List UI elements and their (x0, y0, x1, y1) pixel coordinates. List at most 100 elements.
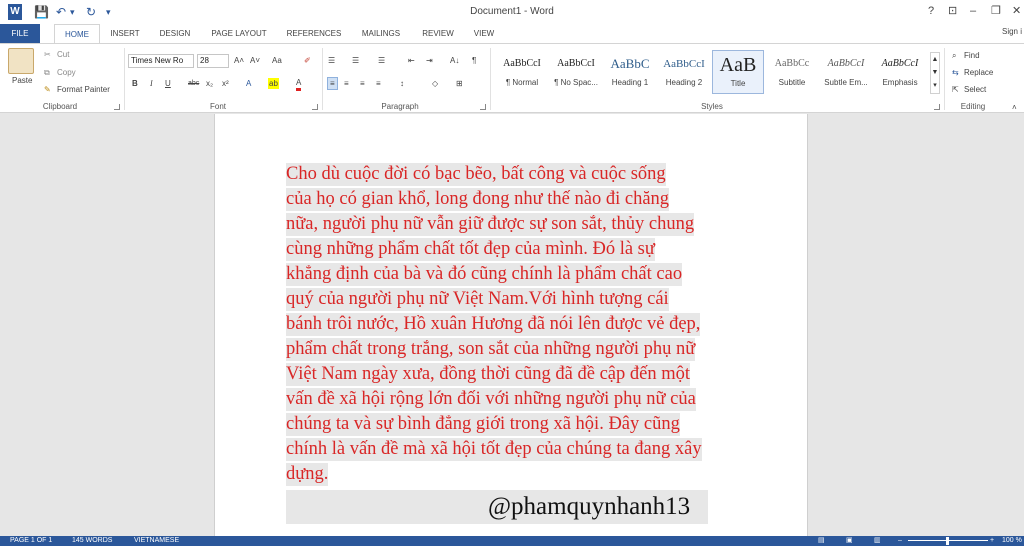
tab-file[interactable]: FILE (0, 24, 40, 43)
italic-button[interactable]: I (150, 78, 153, 89)
align-left-icon[interactable]: ≡ (327, 77, 338, 90)
document-line[interactable]: của họ có gian khổ, long đong như thế nà… (286, 188, 670, 211)
zoom-in-button[interactable]: + (990, 536, 994, 546)
document-line[interactable]: khẳng định của bà và đó cũng chính là ph… (286, 263, 683, 286)
change-case-button[interactable]: Aa (272, 55, 282, 66)
clipboard-launcher-icon[interactable] (114, 104, 120, 110)
format-painter-button[interactable]: Format Painter (57, 84, 110, 95)
page-count[interactable]: PAGE 1 OF 1 (10, 536, 52, 546)
font-name-dropdown[interactable]: Times New Ro (128, 54, 194, 68)
highlight-color-button[interactable]: ab (268, 78, 279, 89)
ribbon-display-options-icon[interactable]: ⊡ (948, 4, 957, 18)
justify-icon[interactable]: ≡ (376, 78, 381, 89)
document-line[interactable]: bánh trôi nước, Hồ xuân Hương đã nói lên… (286, 313, 701, 336)
tab-home[interactable]: HOME (54, 24, 100, 43)
paste-button[interactable]: Paste (12, 75, 32, 86)
document-line[interactable]: quý của người phụ nữ Việt Nam.Với hình t… (286, 288, 669, 311)
document-line[interactable]: vấn đề xã hội rộng lớn đối với những ngư… (286, 388, 696, 411)
style-heading-1[interactable]: AaBbC Heading 1 (604, 50, 656, 94)
title-bar: W 💾 ↶ ▾ ↻ ▾ Document1 - Word ? ⊡ – ❐ ✕ (0, 0, 1024, 24)
tab-view[interactable]: VIEW (468, 24, 500, 43)
styles-scroll-icon[interactable]: ▲ ▼ ▾ (930, 52, 940, 94)
print-layout-icon[interactable]: ▣ (846, 536, 853, 546)
center-icon[interactable]: ≡ (344, 78, 349, 89)
document-line[interactable]: chúng ta và sự bình đẳng giới trong xã h… (286, 413, 680, 436)
sign-in-link[interactable]: Sign i (1002, 27, 1022, 36)
show-formatting-marks-icon[interactable]: ¶ (472, 55, 476, 66)
paste-icon[interactable] (8, 48, 34, 74)
document-line[interactable]: cùng những phẩm chất tốt đẹp của mình. Đ… (286, 238, 655, 261)
zoom-level[interactable]: 100 % (1002, 536, 1022, 546)
minimize-button[interactable]: – (970, 4, 976, 18)
styles-group-label: Styles (701, 102, 723, 111)
font-launcher-icon[interactable] (312, 104, 318, 110)
style-heading-2[interactable]: AaBbCcI Heading 2 (658, 50, 710, 94)
style-label: Heading 2 (665, 78, 703, 87)
shading-icon[interactable]: ◇ (432, 78, 438, 89)
help-icon[interactable]: ? (928, 4, 934, 18)
style-label: Subtle Em... (824, 78, 868, 87)
zoom-slider-thumb[interactable] (946, 537, 949, 545)
style-subtle-emphasis[interactable]: AaBbCcI Subtle Em... (820, 50, 872, 94)
find-icon[interactable]: ⌕ (952, 50, 956, 61)
restore-button[interactable]: ❐ (991, 4, 1001, 18)
style-normal[interactable]: AaBbCcI ¶ Normal (496, 50, 548, 94)
format-painter-icon[interactable]: ✎ (44, 84, 51, 95)
zoom-out-button[interactable]: – (898, 536, 902, 546)
find-button[interactable]: Find (964, 50, 980, 61)
style-subtitle[interactable]: AaBbCc Subtitle (766, 50, 818, 94)
line-spacing-icon[interactable]: ↕ (400, 78, 404, 89)
tab-design[interactable]: DESIGN (154, 24, 196, 43)
style-emphasis[interactable]: AaBbCcI Emphasis (874, 50, 926, 94)
document-line[interactable]: phẩm chất trong trắng, son sắt của những… (286, 338, 696, 361)
tab-mailings[interactable]: MAILINGS (356, 24, 406, 43)
select-icon[interactable]: ⇱ (952, 84, 959, 95)
document-line[interactable]: nữa, người phụ nữ vẫn giữ được sự son sắ… (286, 213, 695, 236)
cut-icon[interactable]: ✂ (44, 49, 51, 60)
tab-page-layout[interactable]: PAGE LAYOUT (206, 24, 272, 43)
document-line[interactable]: Việt Nam ngày xưa, đồng thời cũng đã đề … (286, 363, 691, 386)
align-right-icon[interactable]: ≡ (360, 78, 365, 89)
style-title[interactable]: AaB Title (712, 50, 764, 94)
font-size-dropdown[interactable]: 28 (197, 54, 229, 68)
styles-launcher-icon[interactable] (934, 104, 940, 110)
numbering-icon[interactable]: ☰ (352, 55, 359, 66)
bold-button[interactable]: B (132, 78, 138, 89)
decrease-indent-icon[interactable]: ⇤ (408, 55, 415, 66)
text-effects-button[interactable]: A (246, 78, 251, 89)
tab-insert[interactable]: INSERT (106, 24, 144, 43)
paragraph-launcher-icon[interactable] (480, 104, 486, 110)
increase-indent-icon[interactable]: ⇥ (426, 55, 433, 66)
copy-button[interactable]: Copy (57, 67, 76, 78)
multilevel-list-icon[interactable]: ☰ (378, 55, 385, 66)
font-color-button[interactable]: A (296, 78, 302, 91)
grow-font-button[interactable]: A˄ (234, 55, 244, 66)
tab-references[interactable]: REFERENCES (284, 24, 344, 43)
borders-icon[interactable]: ⊞ (456, 78, 463, 89)
replace-icon[interactable]: ⇆ (952, 67, 959, 78)
read-mode-icon[interactable]: ▤ (818, 536, 825, 546)
language-indicator[interactable]: VIETNAMESE (134, 536, 179, 546)
style-no-spacing[interactable]: AaBbCcI ¶ No Spac... (550, 50, 602, 94)
document-line[interactable]: chính là vấn đề mà xã hội tốt đẹp của ch… (286, 438, 702, 461)
bullets-icon[interactable]: ☰ (328, 55, 335, 66)
sort-icon[interactable]: A↓ (450, 55, 459, 66)
tab-review[interactable]: REVIEW (418, 24, 458, 43)
document-line[interactable]: dựng. (286, 463, 329, 486)
word-count[interactable]: 145 WORDS (72, 536, 112, 546)
web-layout-icon[interactable]: ▥ (874, 536, 881, 546)
document-line[interactable]: Cho dù cuộc đời có bạc bẽo, bất công và … (286, 163, 666, 186)
collapse-ribbon-icon[interactable]: ˄ (1012, 102, 1017, 113)
superscript-button[interactable]: x² (222, 78, 229, 89)
strikethrough-button[interactable]: abc (188, 78, 199, 89)
close-button[interactable]: ✕ (1012, 4, 1021, 18)
cut-button[interactable]: Cut (57, 49, 69, 60)
copy-icon[interactable]: ⧉ (44, 67, 50, 78)
select-button[interactable]: Select (964, 84, 986, 95)
underline-button[interactable]: U (165, 78, 171, 89)
clear-formatting-icon[interactable]: ✐ (304, 55, 311, 66)
subscript-button[interactable]: x₂ (206, 78, 213, 89)
replace-button[interactable]: Replace (964, 67, 993, 78)
signature-text[interactable]: @phamquynhanh13 (488, 493, 690, 521)
shrink-font-button[interactable]: A˅ (250, 55, 260, 66)
